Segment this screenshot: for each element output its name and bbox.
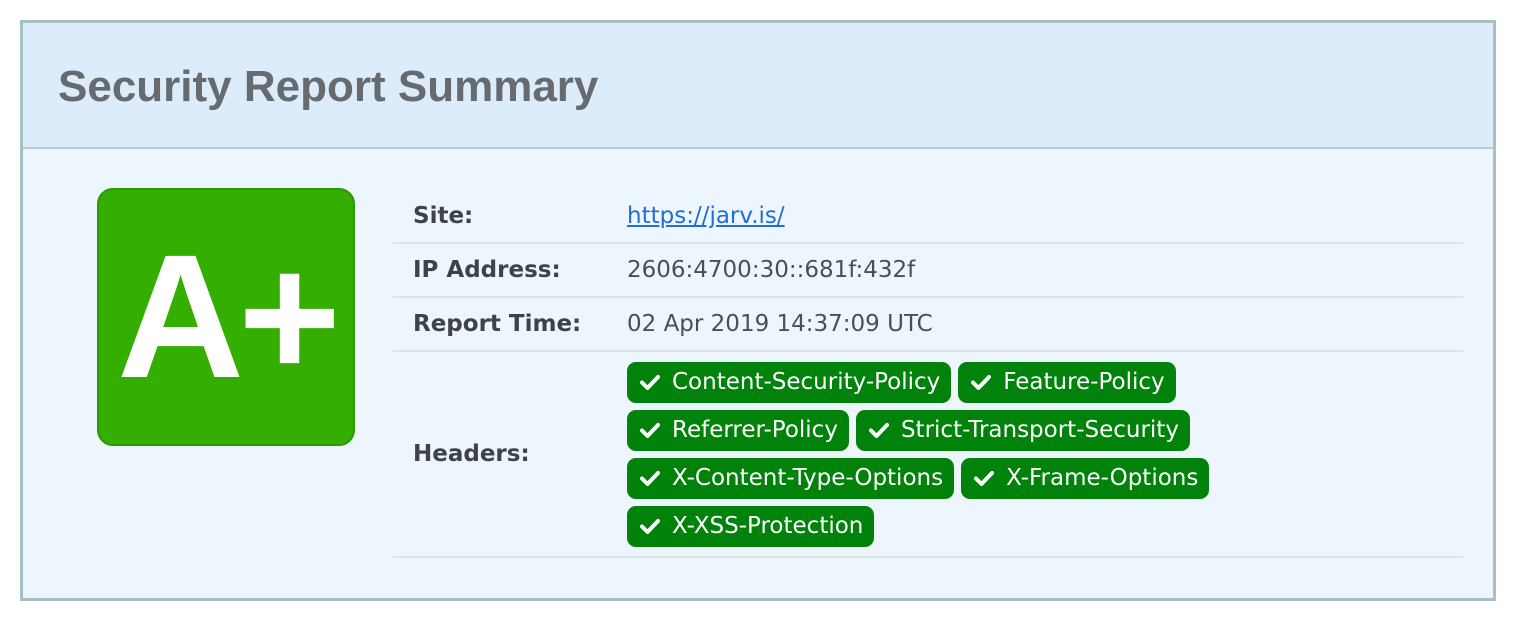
badge-row: X-Content-Type-Options X-Frame-Options xyxy=(627,457,1210,499)
check-icon xyxy=(640,422,660,438)
page-title: Security Report Summary xyxy=(58,62,599,111)
header-badge-list: Content-Security-Policy Feature-Policy R… xyxy=(627,361,1210,547)
report-info-table: Site: https://jarv.is/ IP Address: 2606:… xyxy=(393,190,1463,558)
badge-row: Content-Security-Policy Feature-Policy xyxy=(627,361,1209,403)
check-icon xyxy=(868,422,889,438)
header-badge-x-xss-protection: X-XSS-Protection xyxy=(627,505,875,547)
security-report-card: Security Report Summary A+ Site: https:/… xyxy=(20,20,1496,601)
ip-address-value: 2606:4700:30::681f:432f xyxy=(627,257,916,283)
site-label: Site: xyxy=(413,203,474,229)
header-badge-referrer-policy: Referrer-Policy xyxy=(627,409,849,451)
report-time-row: Report Time: 02 Apr 2019 14:37:09 UTC xyxy=(393,298,1463,352)
header-badge-label: Referrer-Policy xyxy=(672,417,838,443)
ip-address-row: IP Address: 2606:4700:30::681f:432f xyxy=(393,244,1463,298)
header-badge-label: Strict-Transport-Security xyxy=(900,417,1179,443)
site-value: https://jarv.is/ xyxy=(627,203,785,229)
check-icon xyxy=(640,470,660,486)
badge-row: X-XSS-Protection xyxy=(627,505,1209,547)
check-icon xyxy=(640,518,660,534)
card-header: Security Report Summary xyxy=(23,23,1493,149)
header-badge-label: X-Frame-Options xyxy=(1006,465,1199,491)
ip-address-label: IP Address: xyxy=(413,257,561,283)
headers-row: Headers: Content-Security-Policy Feature… xyxy=(393,352,1463,558)
header-badge-x-frame-options: X-Frame-Options xyxy=(961,457,1210,499)
site-row: Site: https://jarv.is/ xyxy=(393,190,1463,244)
report-time-value: 02 Apr 2019 14:37:09 UTC xyxy=(627,311,933,337)
site-link[interactable]: https://jarv.is/ xyxy=(627,203,785,229)
header-badge-feature-policy: Feature-Policy xyxy=(958,361,1176,403)
check-icon xyxy=(971,374,992,390)
header-badge-x-content-type-options: X-Content-Type-Options xyxy=(627,457,955,499)
header-badge-label: X-XSS-Protection xyxy=(672,513,864,539)
report-time-label: Report Time: xyxy=(413,311,582,337)
headers-label: Headers: xyxy=(413,441,530,467)
header-badge-label: X-Content-Type-Options xyxy=(672,465,944,491)
header-badge-strict-transport-security: Strict-Transport-Security xyxy=(855,409,1190,451)
header-badge-content-security-policy: Content-Security-Policy xyxy=(627,361,952,403)
header-badge-label: Content-Security-Policy xyxy=(672,369,941,395)
grade-badge: A+ xyxy=(97,188,355,446)
badge-row: Referrer-Policy Strict-Transport-Securit… xyxy=(627,409,1209,451)
check-icon xyxy=(640,374,660,390)
check-icon xyxy=(974,470,995,486)
header-badge-label: Feature-Policy xyxy=(1003,369,1165,395)
